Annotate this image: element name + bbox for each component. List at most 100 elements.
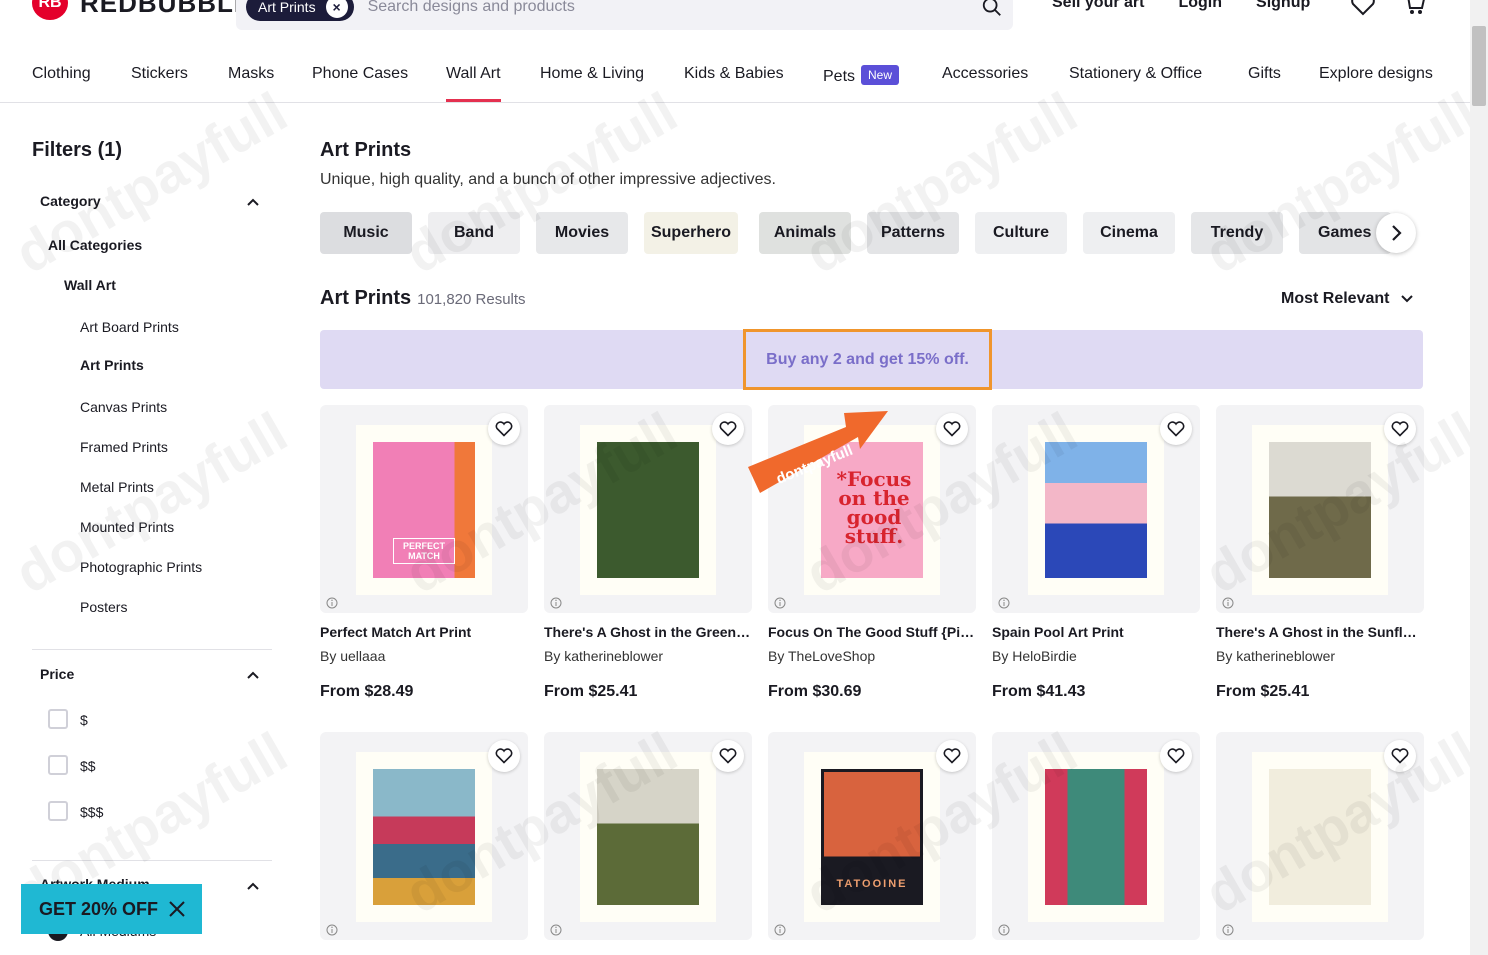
login-link[interactable]: Login [1178,0,1222,12]
price-checkbox-3[interactable] [48,801,68,821]
favorite-button[interactable] [1384,413,1416,445]
nav-phone-cases[interactable]: Phone Cases [312,65,408,83]
chip-close-icon[interactable]: × [325,0,348,18]
favorite-button[interactable] [488,740,520,772]
filter-posters[interactable]: Posters [80,599,127,615]
search-icon[interactable] [981,0,1003,18]
sell-your-art-link[interactable]: Sell your art [1052,0,1144,12]
nav-pets[interactable]: Pets New [823,65,900,86]
info-icon[interactable] [1222,924,1234,936]
chevron-up-icon[interactable] [246,881,260,891]
filter-art-prints[interactable]: Art Prints [80,357,144,373]
product-image[interactable] [1216,732,1424,940]
filter-metal-prints[interactable]: Metal Prints [80,479,154,495]
scrollbar[interactable] [1470,0,1488,955]
price-checkbox-1[interactable] [48,709,68,729]
info-icon[interactable] [998,597,1010,609]
chevron-up-icon[interactable] [246,670,260,680]
redbubble-logo[interactable]: RB REDBUBBLE [32,0,252,20]
favorite-button[interactable] [1160,413,1192,445]
nav-masks[interactable]: Masks [228,65,274,83]
filter-photographic-prints[interactable]: Photographic Prints [80,559,202,575]
tag-superhero[interactable]: Superhero [644,212,738,254]
tag-band[interactable]: Band [428,212,520,254]
product-image[interactable]: TATOOINE [768,732,976,940]
product-artist[interactable]: By TheLoveShop [768,648,875,664]
product-title[interactable]: There's A Ghost in the Greenhouse [544,624,752,640]
info-icon[interactable] [326,597,338,609]
info-icon[interactable] [1222,597,1234,609]
nav-kids-babies[interactable]: Kids & Babies [684,65,784,83]
cart-icon[interactable] [1402,0,1426,16]
product-title[interactable]: Perfect Match Art Print [320,624,528,640]
info-icon[interactable] [774,924,786,936]
heart-icon[interactable] [1350,0,1376,16]
product-artist[interactable]: By katherineblower [1216,648,1335,664]
nav-stickers[interactable]: Stickers [131,65,188,83]
carousel-next-button[interactable] [1376,213,1416,253]
product-image[interactable] [544,732,752,940]
all-categories-link[interactable]: All Categories [48,237,142,253]
info-icon[interactable] [998,924,1010,936]
filter-canvas-prints[interactable]: Canvas Prints [80,399,167,415]
nav-wall-art[interactable]: Wall Art [446,65,501,102]
tag-culture[interactable]: Culture [975,212,1067,254]
tag-music[interactable]: Music [320,212,412,254]
wall-art-link[interactable]: Wall Art [64,277,116,293]
chevron-up-icon[interactable] [246,197,260,207]
page-subtitle: Unique, high quality, and a bunch of oth… [320,171,776,188]
filter-mounted-prints[interactable]: Mounted Prints [80,519,174,535]
signup-link[interactable]: Signup [1256,0,1310,12]
price-heading[interactable]: Price [40,666,74,682]
favorite-button[interactable] [936,413,968,445]
filter-art-board-prints[interactable]: Art Board Prints [80,319,179,335]
product-image[interactable]: PERFECT MATCH [320,405,528,613]
product-image[interactable] [992,405,1200,613]
info-icon[interactable] [774,597,786,609]
close-icon[interactable] [168,900,186,918]
divider [32,649,272,650]
product-image[interactable] [544,405,752,613]
nav-gifts[interactable]: Gifts [1248,65,1281,83]
nav-explore-designs[interactable]: Explore designs [1319,65,1433,83]
search-bar[interactable]: Art Prints × Search designs and products [236,0,1013,30]
category-heading[interactable]: Category [40,193,101,209]
tag-trendy[interactable]: Trendy [1191,212,1283,254]
tag-patterns[interactable]: Patterns [867,212,959,254]
tag-movies[interactable]: Movies [536,212,628,254]
info-icon[interactable] [550,597,562,609]
promo-banner[interactable]: Buy any 2 and get 15% off. [320,329,1423,390]
favorite-button[interactable] [488,413,520,445]
nav-accessories[interactable]: Accessories [942,65,1028,83]
info-icon[interactable] [326,924,338,936]
product-image[interactable] [320,732,528,940]
search-chip[interactable]: Art Prints × [246,0,354,21]
filter-framed-prints[interactable]: Framed Prints [80,439,168,455]
product-artist[interactable]: By katherineblower [544,648,663,664]
artwork [1045,769,1147,905]
product-image[interactable] [1216,405,1424,613]
info-icon[interactable] [550,924,562,936]
nav-clothing[interactable]: Clothing [32,65,91,83]
favorite-button[interactable] [1384,740,1416,772]
search-input[interactable]: Search designs and products [368,0,981,16]
nav-stationery-office[interactable]: Stationery & Office [1069,65,1202,83]
product-artist[interactable]: By HeloBirdie [992,648,1077,664]
tag-animals[interactable]: Animals [759,212,851,254]
coupon-banner[interactable]: GET 20% OFF [21,884,202,934]
product-title[interactable]: Focus On The Good Stuff {Pink} [768,624,976,640]
favorite-button[interactable] [936,740,968,772]
favorite-button[interactable] [712,413,744,445]
scrollbar-thumb[interactable] [1472,26,1486,106]
price-checkbox-2[interactable] [48,755,68,775]
product-title[interactable]: Spain Pool Art Print [992,624,1200,640]
product-artist[interactable]: By uellaaa [320,648,385,664]
favorite-button[interactable] [712,740,744,772]
sort-dropdown[interactable]: Most Relevant [1281,290,1414,308]
tag-carousel: Music Band Movies Superhero Animals Patt… [320,212,1420,254]
product-title[interactable]: There's A Ghost in the Sunflower Field [1216,624,1424,640]
tag-cinema[interactable]: Cinema [1083,212,1175,254]
favorite-button[interactable] [1160,740,1192,772]
nav-home-living[interactable]: Home & Living [540,65,644,83]
product-image[interactable] [992,732,1200,940]
